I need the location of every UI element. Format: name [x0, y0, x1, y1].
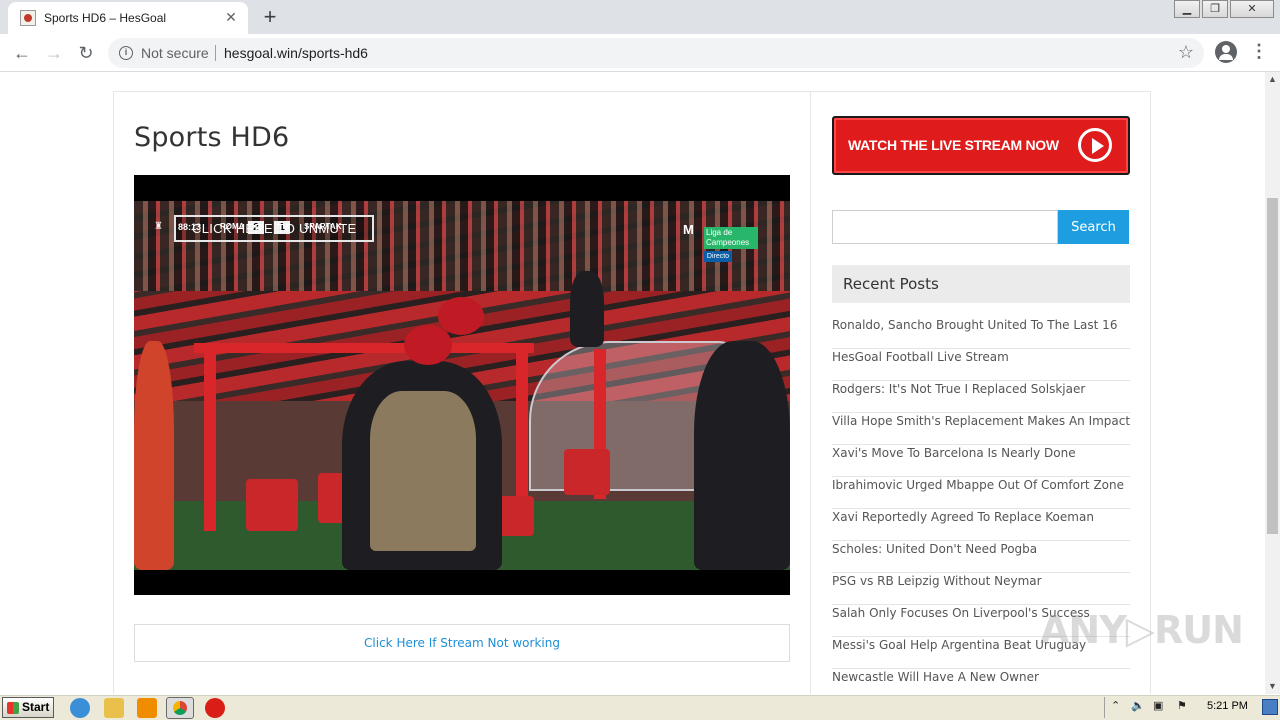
page-viewport: Sports HD6 ♜ 88:13 ROMA 2 1 SPARTAK CLIC…: [0, 72, 1280, 694]
list-item: Scholes: United Don't Need Pogba: [832, 541, 1130, 573]
person-hat: [404, 325, 452, 365]
stream-link-box: Click Here If Stream Not working: [134, 624, 790, 662]
page-title: Sports HD6: [134, 122, 290, 153]
sidebar: WATCH THE LIVE STREAM NOW Search Recent …: [832, 92, 1132, 694]
seat: [564, 449, 610, 495]
video-frame[interactable]: [134, 201, 790, 570]
recent-post-link[interactable]: Xavi's Move To Barcelona Is Nearly Done: [832, 446, 1076, 460]
list-item: Rodgers: It's Not True I Replaced Solskj…: [832, 381, 1130, 413]
recent-post-link[interactable]: Villa Hope Smith's Replacement Makes An …: [832, 414, 1130, 428]
person-silhouette: [570, 271, 604, 347]
profile-avatar-icon[interactable]: [1215, 41, 1237, 63]
network-icon[interactable]: ▣: [1153, 699, 1163, 712]
main-column: Sports HD6 ♜ 88:13 ROMA 2 1 SPARTAK CLIC…: [114, 92, 811, 694]
close-icon: ✕: [1247, 3, 1257, 15]
back-button[interactable]: ←: [8, 40, 36, 66]
person-jacket: [370, 391, 476, 551]
play-icon: [1078, 128, 1112, 162]
list-item: Ronaldo, Sancho Brought United To The La…: [832, 317, 1130, 349]
new-tab-button[interactable]: +: [256, 4, 284, 32]
file-explorer-icon[interactable]: [104, 698, 124, 718]
chrome-taskbar-icon[interactable]: [166, 697, 194, 719]
address-bar[interactable]: i Not secure hesgoal.win/sports-hd6 ☆: [108, 38, 1204, 68]
list-item: Newcastle Will Have A New Owner: [832, 669, 1130, 694]
clock: 5:21 PM: [1207, 700, 1248, 712]
recent-post-link[interactable]: Scholes: United Don't Need Pogba: [832, 542, 1037, 556]
internet-explorer-icon[interactable]: [70, 698, 90, 718]
scroll-down-icon[interactable]: ▼: [1265, 679, 1280, 694]
search-button[interactable]: Search: [1058, 210, 1129, 244]
watch-live-stream-banner[interactable]: WATCH THE LIVE STREAM NOW: [832, 116, 1130, 175]
dugout-post: [516, 343, 528, 513]
restore-icon: ❐: [1210, 3, 1220, 15]
dugout-post: [204, 351, 216, 531]
volume-icon[interactable]: 🔈: [1131, 699, 1145, 712]
recent-post-link[interactable]: Ibrahimovic Urged Mbappe Out Of Comfort …: [832, 478, 1124, 492]
site-info-icon[interactable]: i: [119, 46, 133, 60]
league-badge: Liga de Campeones: [704, 227, 758, 249]
list-item: PSG vs RB Leipzig Without Neymar: [832, 573, 1130, 605]
live-tag: Directo: [704, 251, 732, 262]
bookmark-star-icon[interactable]: ☆: [1178, 42, 1194, 63]
url-text[interactable]: hesgoal.win/sports-hd6: [224, 45, 368, 61]
window-controls: ▁ ❐ ✕: [1172, 0, 1274, 18]
close-window-button[interactable]: ✕: [1230, 0, 1274, 18]
channel-logo-icon: M: [683, 222, 694, 237]
windows-logo-icon: [7, 702, 19, 714]
recent-posts-header: Recent Posts: [832, 265, 1130, 303]
stream-not-working-link[interactable]: Click Here If Stream Not working: [364, 636, 560, 650]
tray-expand-icon[interactable]: ⌃: [1111, 699, 1120, 712]
page-container: Sports HD6 ♜ 88:13 ROMA 2 1 SPARTAK CLIC…: [113, 91, 1151, 694]
media-player-icon[interactable]: [137, 698, 157, 718]
list-item: Villa Hope Smith's Replacement Makes An …: [832, 413, 1130, 445]
seat: [246, 479, 298, 531]
person-hat: [438, 297, 484, 335]
recent-post-link[interactable]: Rodgers: It's Not True I Replaced Solskj…: [832, 382, 1085, 396]
person-silhouette: [134, 341, 174, 570]
close-tab-icon[interactable]: ✕: [222, 8, 240, 26]
tab-title: Sports HD6 – HesGoal: [44, 11, 167, 25]
page-scrollbar[interactable]: ▲ ▼: [1265, 72, 1280, 694]
list-item: Ibrahimovic Urged Mbappe Out Of Comfort …: [832, 477, 1130, 509]
scroll-up-icon[interactable]: ▲: [1265, 72, 1280, 87]
tab-strip: Sports HD6 – HesGoal ✕ + ▁ ❐ ✕: [0, 0, 1280, 34]
scroll-thumb[interactable]: [1267, 198, 1278, 534]
restore-button[interactable]: ❐: [1202, 0, 1228, 18]
browser-toolbar: ← → ↻ i Not secure hesgoal.win/sports-hd…: [0, 34, 1280, 72]
recent-post-link[interactable]: HesGoal Football Live Stream: [832, 350, 1009, 364]
omnibox-divider: [215, 45, 216, 61]
security-label: Not secure: [141, 45, 209, 61]
taskbar: Start ⌃ 🔈 ▣ ⚑ 5:21 PM: [0, 694, 1280, 720]
recent-post-link[interactable]: Ronaldo, Sancho Brought United To The La…: [832, 318, 1117, 332]
video-player[interactable]: ♜ 88:13 ROMA 2 1 SPARTAK CLICK HERE TO U…: [134, 175, 790, 595]
list-item: Xavi Reportedly Agreed To Replace Koeman: [832, 509, 1130, 541]
minimize-icon: ▁: [1182, 3, 1192, 15]
site-favicon-icon: [20, 10, 36, 26]
forward-button[interactable]: →: [40, 40, 68, 66]
start-button[interactable]: Start: [2, 697, 54, 718]
action-center-flag-icon[interactable]: ⚑: [1177, 699, 1187, 712]
dugout-roof: [194, 343, 534, 353]
recent-post-link[interactable]: Xavi Reportedly Agreed To Replace Koeman: [832, 510, 1094, 524]
start-label: Start: [22, 700, 50, 714]
person-silhouette: [694, 341, 790, 570]
recent-post-link[interactable]: Newcastle Will Have A New Owner: [832, 670, 1039, 684]
anyrun-watermark: ANY▷RUN: [1040, 608, 1244, 652]
browser-tab[interactable]: Sports HD6 – HesGoal ✕: [8, 2, 248, 34]
browser-menu-icon[interactable]: ⋮: [1250, 42, 1268, 62]
recent-posts-title: Recent Posts: [843, 275, 939, 293]
list-item: Xavi's Move To Barcelona Is Nearly Done: [832, 445, 1130, 477]
trophy-icon: ♜: [154, 221, 163, 232]
antivirus-icon[interactable]: [205, 698, 225, 718]
reload-button[interactable]: ↻: [72, 40, 100, 66]
show-desktop-button[interactable]: [1262, 699, 1278, 715]
minimize-button[interactable]: ▁: [1174, 0, 1200, 18]
banner-label: WATCH THE LIVE STREAM NOW: [848, 137, 1059, 153]
unmute-overlay-button[interactable]: 88:13 ROMA 2 1 SPARTAK CLICK HERE TO UNM…: [174, 215, 374, 242]
unmute-label: CLICK HERE TO UNMUTE: [192, 221, 357, 236]
list-item: HesGoal Football Live Stream: [832, 349, 1130, 381]
recent-post-link[interactable]: PSG vs RB Leipzig Without Neymar: [832, 574, 1042, 588]
search-input[interactable]: [832, 210, 1058, 244]
system-tray: ⌃ 🔈 ▣ ⚑ 5:21 PM: [1104, 697, 1280, 718]
